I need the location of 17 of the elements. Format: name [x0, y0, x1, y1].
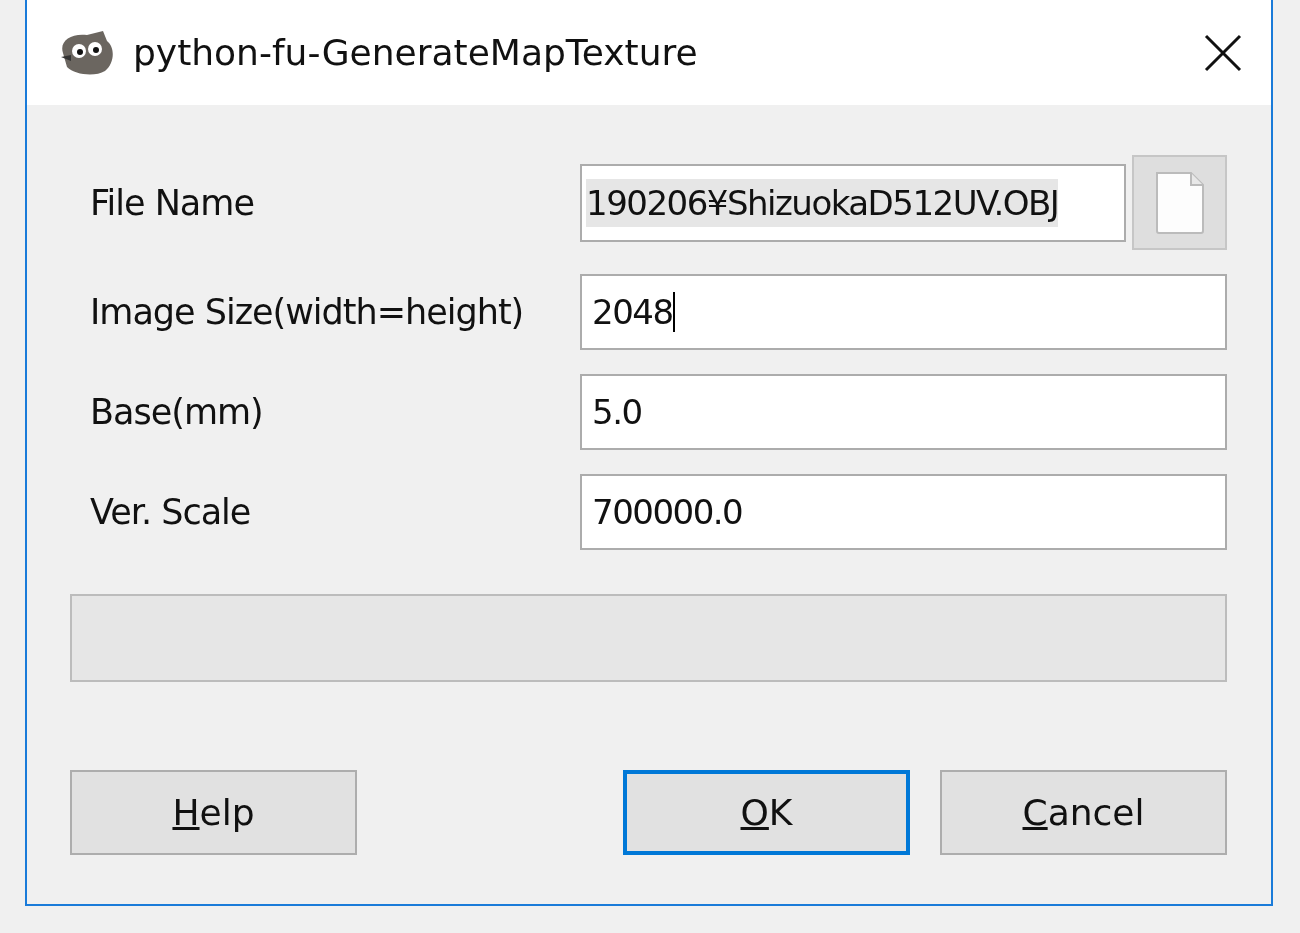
field-value: 5.0 — [592, 391, 642, 434]
field-value: 700000.0 — [592, 491, 743, 534]
field-label: File Name — [90, 182, 255, 223]
dialog-button[interactable]: OK — [623, 770, 910, 855]
input-field[interactable]: 2048 — [580, 274, 1227, 350]
close-icon[interactable] — [1203, 32, 1243, 73]
dialog-button[interactable]: Cancel — [940, 770, 1227, 855]
dialog-button[interactable]: Help — [70, 770, 357, 855]
field-label: Image Size(width=height) — [90, 292, 525, 332]
field-value: 2048 — [592, 291, 673, 334]
input-field[interactable]: 700000.0 — [580, 474, 1227, 550]
field-label: Base(mm) — [90, 392, 264, 432]
field-value: 190206¥ShizuokaD512UV.OBJ — [586, 178, 1059, 227]
input-field[interactable]: 5.0 — [580, 374, 1227, 450]
field-label: Ver. Scale — [90, 492, 252, 532]
window-title: python-fu-GenerateMapTexture — [133, 32, 699, 73]
file-name-field[interactable]: 190206¥ShizuokaD512UV.OBJ — [580, 163, 1126, 242]
